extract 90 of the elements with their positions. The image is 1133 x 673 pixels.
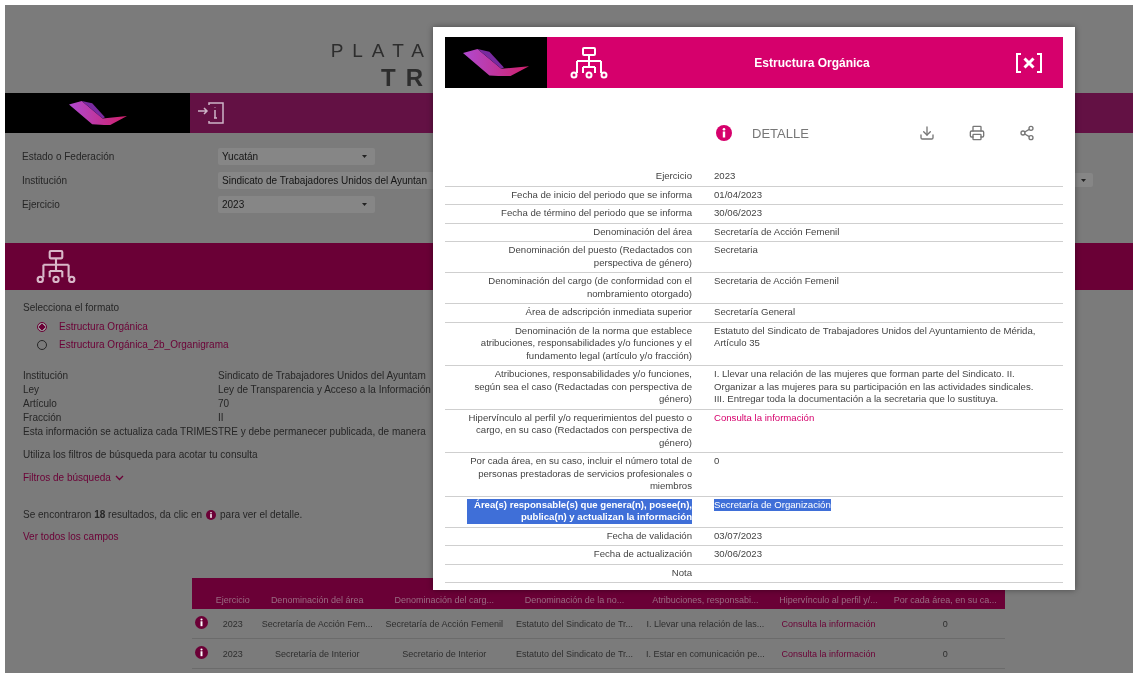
all-fields-link[interactable]: Ver todos los campos: [23, 531, 119, 542]
info-value: II: [218, 412, 225, 423]
caret-icon: [1080, 178, 1086, 182]
field-value: 30/06/2023: [714, 207, 762, 220]
field-label: Atribuciones, responsabilidades y/o funciones, según sea el caso (Redactadas con perspectiva de género): [473, 368, 692, 406]
field-label: Fecha de validación: [606, 529, 692, 542]
table-cell: 2023: [210, 638, 256, 669]
field-label: Fecha de actualización: [593, 548, 692, 561]
info-label: Ley: [23, 384, 41, 395]
column-header[interactable]: Ejercicio: [210, 578, 256, 609]
results-count: Se encontraron 18 resultados, da clic en: [23, 509, 202, 520]
filter-label: Ejercicio: [22, 198, 61, 210]
filter-label: Estado o Federación: [22, 150, 116, 162]
printer-icon: [969, 125, 985, 141]
caret-icon: [362, 154, 367, 158]
field-value: I. Llevar una relación de las mujeres que forman parte del Sindicato. II. Organizar a las mujeres para su participación en las actividades sindicales. III. Entregar toda la documentación a la secretaria que lo sustituya.: [714, 368, 1035, 406]
field-label: Denominación del área: [593, 225, 692, 238]
platform-title: PLATA: [330, 40, 433, 62]
caret-icon: [362, 202, 367, 206]
update-notice: Esta información se actualiza cada TRIMESTRE y debe permanecer publicada, de manera: [23, 426, 426, 437]
field-label: Área de adscripción inmediata superior: [525, 306, 692, 319]
org-chart-icon: [35, 249, 77, 284]
info-value: 70: [218, 398, 231, 409]
platform-subtitle: TR: [381, 64, 433, 92]
field-label: Fecha de inicio del periodo que se informa: [511, 188, 692, 201]
chevron-down-icon[interactable]: [114, 474, 124, 481]
close-button[interactable]: [1015, 51, 1043, 74]
field-value: 03/07/2023: [714, 529, 762, 542]
table-cell: 0: [885, 609, 1005, 639]
logo-icon: [463, 48, 529, 77]
filter-hint: Utiliza los filtros de búsqueda para acotar tu consulta: [23, 449, 258, 460]
dialog-title: Estructura Orgánica: [753, 55, 871, 70]
info-label: Institución: [23, 370, 70, 381]
field-label: Fecha de término del periodo que se informa: [501, 207, 692, 220]
table-header-cell: [192, 578, 211, 609]
table-cell: Secretaría de Interior: [255, 638, 379, 669]
format-prompt: Selecciona el formato: [23, 302, 120, 313]
results-hint: para ver el detalle.: [220, 509, 303, 520]
login-info-icon[interactable]: [196, 101, 226, 125]
info-icon: [194, 616, 208, 629]
field-label: Denominación del cargo (de conformidad con el nombramiento otorgado): [487, 275, 692, 300]
field-value: 0: [714, 455, 720, 468]
select-field[interactable]: 2023: [218, 195, 375, 213]
field-label: Ejercicio: [655, 170, 692, 183]
format-option[interactable]: Estructura Orgánica_2b_Organigrama: [59, 339, 229, 350]
dropdown-field[interactable]: [1073, 173, 1093, 187]
field-label: Nota: [671, 566, 692, 579]
field-value: 2023: [714, 170, 736, 183]
search-filters-link[interactable]: Filtros de búsqueda: [23, 472, 111, 483]
info-value: Ley de Transparencia y Acceso a la Información: [218, 384, 432, 395]
field-value: Secretaría General: [714, 306, 796, 319]
filter-label: Institución: [22, 174, 69, 186]
field-value: Secretaría de Acción Femenil: [714, 225, 840, 238]
field-label: Por cada área, en su caso, incluir el número total de personas prestadoras de servicios profesionales o miembros: [469, 455, 692, 493]
field-value: Estatuto del Sindicato de Trabajadores Unidos del Ayuntamiento de Mérida, Artículo 35: [714, 324, 1037, 350]
field-label: Denominación de la norma que establece atribuciones, responsabilidades y/o funciones y el fundamento legal (artículo y/o fracción): [479, 324, 692, 362]
table-cell: Secretaría de Acción Fem...: [255, 609, 379, 639]
field-value: 30/06/2023: [714, 548, 762, 561]
section-title: DETALLE: [752, 125, 810, 141]
table-cell: 2023: [210, 609, 256, 639]
info-label: Fracción: [23, 412, 63, 423]
field-value: 01/04/2023: [714, 188, 762, 201]
info-icon: [206, 509, 216, 520]
table-cell: Secretario de Interior: [378, 638, 510, 669]
info-label: Artículo: [23, 398, 58, 409]
field-value: Secretaría de Organización: [714, 498, 831, 511]
field-label: Área(s) responsable(s) que genera(n), posee(n), publica(n) y actualizan la información: [467, 498, 692, 524]
logo-icon: [68, 100, 127, 126]
table-cell: 0: [885, 638, 1005, 669]
info-link[interactable]: Consulta la información: [771, 609, 886, 639]
table-cell: Estatuto del Sindicato de Tr...: [509, 609, 640, 639]
info-link[interactable]: Consulta la información: [771, 638, 886, 669]
close-icon: [1015, 51, 1043, 74]
field-label: Hipervínculo al perfil y/o requerimientos del puesto o cargo, en su caso (Redactados con perspectiva de género): [467, 411, 692, 449]
info-value: Sindicato de Trabajadores Unidos del Ayuntam: [218, 370, 427, 381]
share-icon: [1019, 125, 1035, 141]
field-value: Secretaria: [714, 244, 758, 257]
info-icon: [194, 646, 208, 659]
info-link[interactable]: Consulta la información: [714, 411, 815, 424]
download-icon: [919, 125, 935, 141]
info-icon: [716, 125, 732, 141]
field-label: Denominación del puesto (Redactados con perspectiva de género): [507, 244, 692, 269]
select-field[interactable]: Yucatán: [218, 147, 375, 165]
format-option[interactable]: Estructura Orgánica: [59, 321, 148, 332]
org-chart-icon: [569, 46, 609, 79]
table-cell: Estatuto del Sindicato de Tr...: [509, 638, 640, 669]
column-header[interactable]: Denominación del área: [255, 578, 379, 609]
radio-button[interactable]: [37, 321, 47, 332]
table-cell: Secretaría de Acción Femenil: [378, 609, 510, 639]
field-value: Secretaria de Acción Femenil: [714, 275, 839, 288]
